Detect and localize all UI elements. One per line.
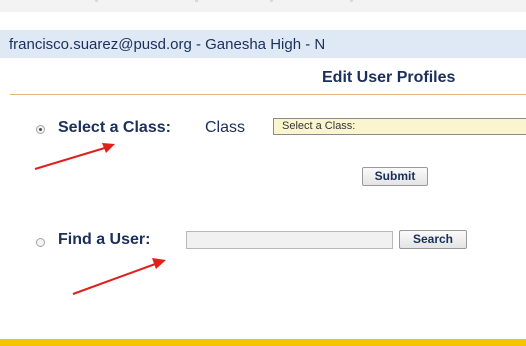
submit-button[interactable]: Submit [362, 167, 428, 186]
select-class-radio[interactable] [36, 125, 45, 134]
class-dropdown-value: Select a Class: [282, 120, 356, 132]
top-strip-mark [350, 0, 353, 2]
user-context-bar: francisco.suarez@pusd.org - Ganesha High… [0, 30, 526, 58]
top-strip-mark [195, 0, 198, 2]
class-dropdown[interactable]: Select a Class: [273, 118, 526, 135]
find-user-input[interactable] [186, 231, 393, 249]
find-user-radio[interactable] [36, 238, 45, 247]
page-title: Edit User Profiles [322, 69, 456, 86]
header-divider [10, 94, 526, 95]
top-strip-mark [95, 0, 98, 2]
top-strip-mark [270, 0, 273, 2]
find-user-label: Find a User: [58, 231, 151, 248]
annotation-arrow-icon [34, 143, 115, 170]
top-strip [0, 0, 526, 12]
footer-bar [0, 339, 526, 346]
user-context-text: francisco.suarez@pusd.org - Ganesha High… [9, 36, 326, 53]
annotation-arrow-icon [72, 258, 166, 295]
search-button[interactable]: Search [399, 230, 467, 249]
class-field-label: Class [205, 119, 246, 136]
select-class-label: Select a Class: [58, 119, 171, 136]
